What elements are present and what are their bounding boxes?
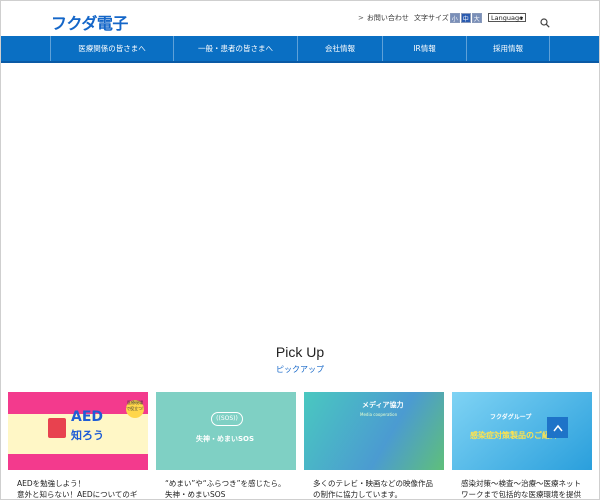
language-label: Language <box>491 13 524 22</box>
thumb-main-text: メディア協力 <box>362 401 404 409</box>
thumb-main-text: ((SOS)) <box>211 412 243 426</box>
font-size-label: 文字サイズ <box>414 14 449 22</box>
nav-item-company[interactable]: 会社情報 <box>297 36 382 61</box>
logo-text: フクダ電子 <box>51 14 128 33</box>
thumb-sub-text: 知ろう <box>71 429 104 442</box>
thumb-main-text: AED <box>71 409 104 425</box>
main-nav: 医療関係の皆さまへ 一般・患者の皆さまへ 会社情報 IR情報 採用情報 <box>0 36 600 61</box>
font-size-medium-button[interactable]: 中 <box>460 13 471 23</box>
language-select[interactable]: Language ▾ <box>488 13 526 22</box>
nav-item-general[interactable]: 一般・患者の皆さまへ <box>173 36 297 61</box>
contact-label: お問い合わせ <box>366 14 409 22</box>
card-line-2: 失神・めまいSOS <box>165 490 226 499</box>
thumb-sub-text: 失神・めまいSOS <box>196 435 255 443</box>
card-line-1: 多くのテレビ・映画などの映像作品 <box>313 479 433 488</box>
card-line-1: AEDを勉強しよう！ <box>17 479 86 488</box>
card-line-2: 意外と知らない！AEDについてのギ <box>17 490 138 499</box>
card-thumbnail: メディア協力 Media cooperation <box>304 392 444 470</box>
nav-item-recruit[interactable]: 採用情報 <box>466 36 550 61</box>
nav-item-ir[interactable]: IR情報 <box>382 36 466 61</box>
font-size-switcher: 文字サイズ 小 中 大 <box>414 13 482 23</box>
chevron-up-icon <box>552 424 563 431</box>
nav-item-medical[interactable]: 医療関係の皆さまへ <box>50 36 173 61</box>
thumb-main-text: フクダグループ <box>490 414 532 421</box>
card-line-1: 感染対策～検査～治療～医療ネット <box>461 479 581 488</box>
font-size-large-button[interactable]: 大 <box>471 13 482 23</box>
chevron-right-icon: > <box>358 14 364 22</box>
pickup-card-media[interactable]: メディア協力 Media cooperation 多くのテレビ・映画などの映像作… <box>304 392 444 500</box>
search-icon[interactable] <box>540 13 550 28</box>
font-size-small-button[interactable]: 小 <box>449 13 460 23</box>
contact-link[interactable]: > お問い合わせ <box>358 13 409 23</box>
card-line-2: の制作に協力しています。 <box>313 490 403 499</box>
thumb-badge: 医療現場で役立つ! <box>126 400 144 418</box>
pickup-card-infection[interactable]: フクダグループ 感染症対策製品のご紹介 感染対策～検査～治療～医療ネット ワーク… <box>452 392 592 500</box>
site-header: フクダ電子 > お問い合わせ 文字サイズ 小 中 大 Language ▾ <box>0 0 600 36</box>
card-thumbnail: ((SOS)) 失神・めまいSOS <box>156 392 296 470</box>
pickup-subtitle: ピックアップ <box>276 365 324 374</box>
scroll-to-top-button[interactable] <box>547 417 568 438</box>
pickup-card-aed[interactable]: AED 知ろう 医療現場で役立つ! AEDを勉強しよう！ 意外と知らない！AED… <box>8 392 148 500</box>
thumb-sub-text: Media cooperation <box>360 412 398 417</box>
nav-divider <box>0 61 600 63</box>
site-logo[interactable]: フクダ電子 <box>51 10 128 34</box>
pickup-title: Pick Up <box>275 344 325 360</box>
pickup-cards: AED 知ろう 医療現場で役立つ! AEDを勉強しよう！ 意外と知らない！AED… <box>8 392 593 500</box>
pickup-card-sos[interactable]: ((SOS)) 失神・めまいSOS “めまい”や“ふらつき”を感じたら。 失神・… <box>156 392 296 500</box>
card-thumbnail: AED 知ろう 医療現場で役立つ! <box>8 392 148 470</box>
thumb-sub-text: 感染症対策製品のご紹介 <box>470 431 558 440</box>
card-line-1: “めまい”や“ふらつき”を感じたら。 <box>165 479 286 488</box>
card-line-2: ワークまで包括的な医療環境を提供 <box>461 490 581 499</box>
card-thumbnail: フクダグループ 感染症対策製品のご紹介 <box>452 392 592 470</box>
aed-box-illustration <box>48 418 66 438</box>
chevron-down-icon: ▾ <box>519 15 523 22</box>
